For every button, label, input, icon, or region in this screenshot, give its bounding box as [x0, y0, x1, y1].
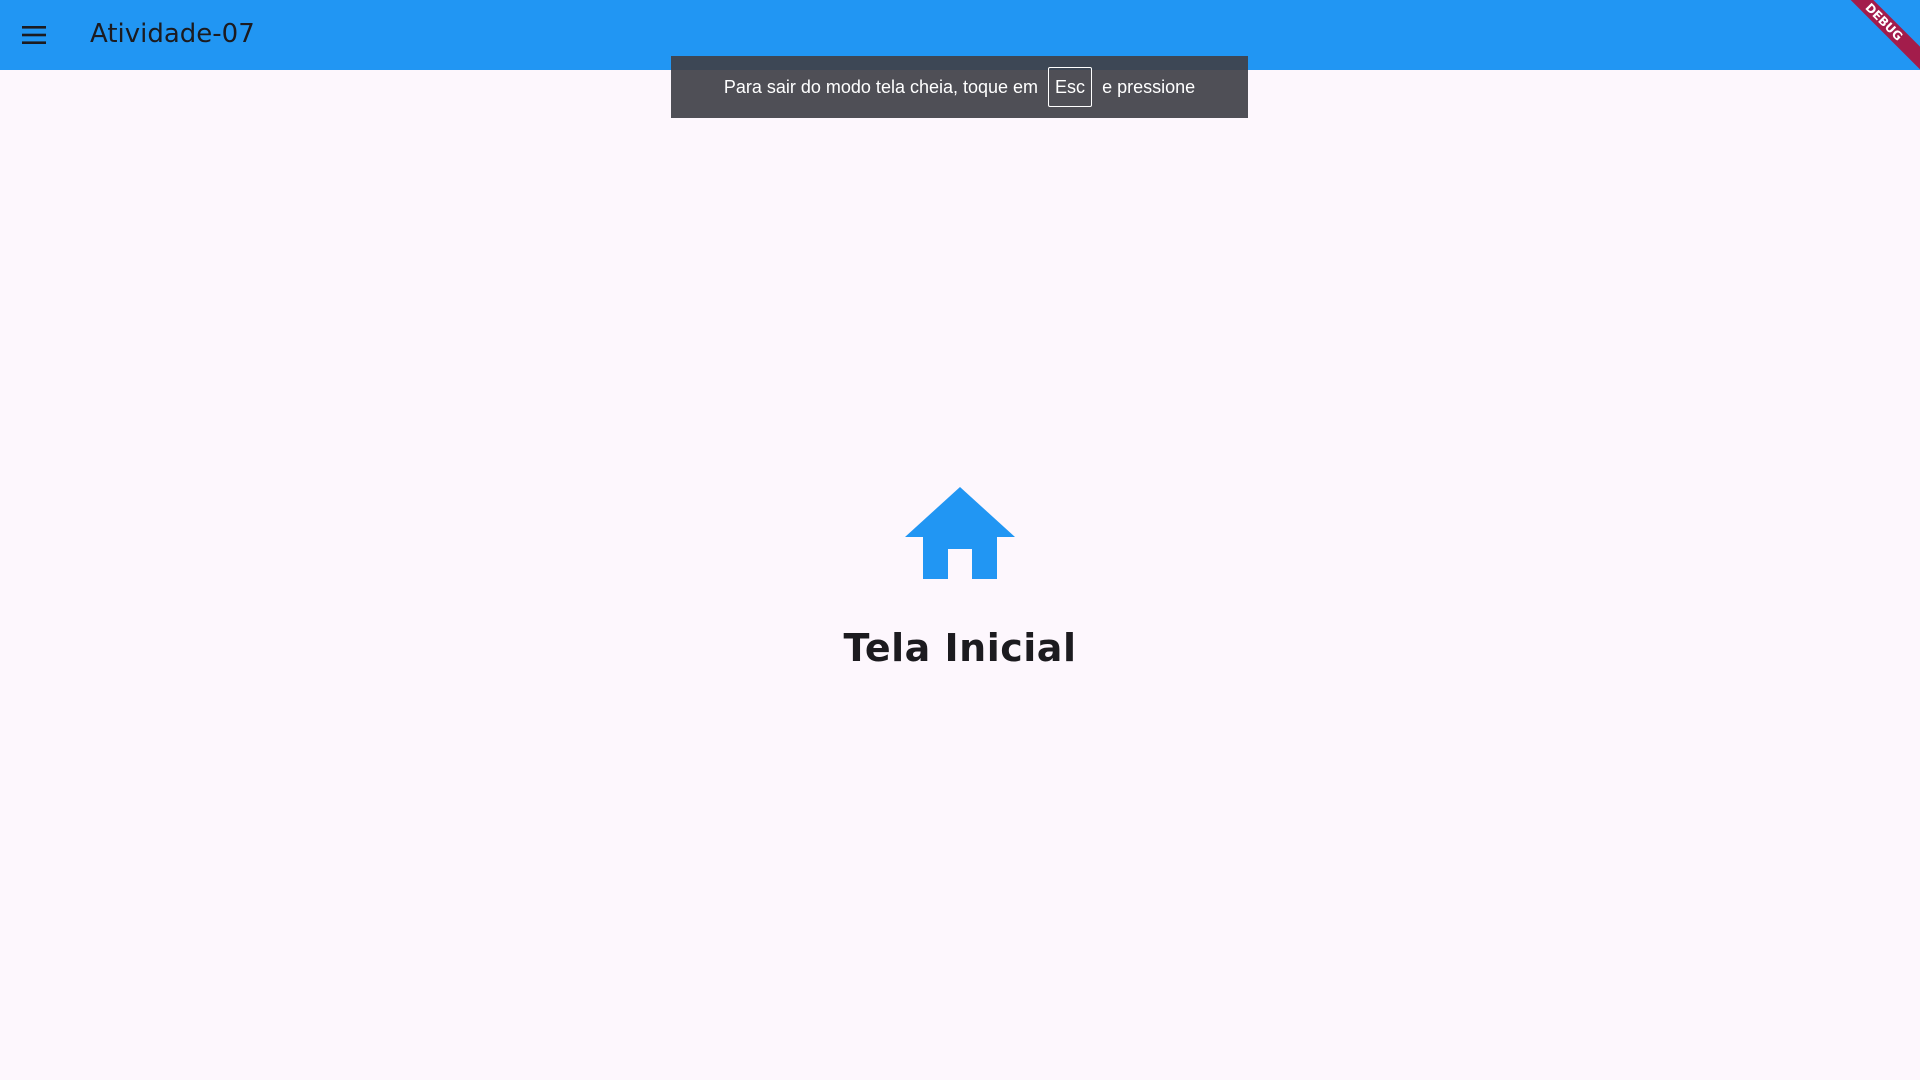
page-title: Tela Inicial [843, 626, 1077, 670]
toast-text-after: e pressione [1102, 76, 1196, 97]
toast-text-before: Para sair do modo tela cheia, toque em [723, 76, 1039, 97]
menu-icon [22, 26, 46, 44]
menu-button[interactable] [14, 15, 54, 55]
home-icon [905, 487, 1015, 579]
esc-key-badge: Esc [1048, 67, 1093, 107]
fullscreen-exit-toast: Para sair do modo tela cheia, toque em E… [671, 56, 1248, 118]
app-title: Atividade-07 [90, 19, 255, 49]
